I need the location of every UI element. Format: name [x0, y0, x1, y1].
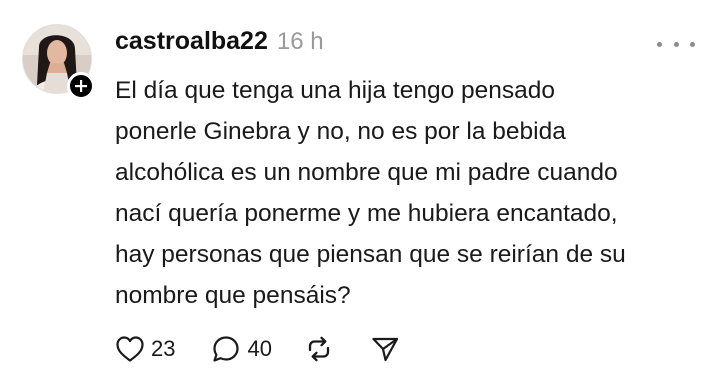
share-button[interactable]: [370, 334, 400, 364]
post-card: castroalba22 16 h El día que tenga una h…: [0, 0, 715, 381]
reply-count: 40: [247, 336, 272, 361]
post-body-line: El día que tenga una hija tengo pensado: [115, 77, 556, 104]
send-icon: [372, 337, 399, 362]
heart-icon: [116, 336, 144, 362]
action-bar: 23 40: [115, 333, 400, 365]
timestamp: 16 h: [276, 28, 324, 55]
like-button[interactable]: 23: [115, 335, 175, 363]
repost-button[interactable]: [304, 334, 334, 364]
post-body-line: alcohólica es un nombre que mi padre cua…: [115, 159, 618, 186]
repost-icon: [308, 336, 330, 362]
more-dot: [673, 41, 679, 47]
post-body-line: hay personas que piensan que se reirían …: [115, 241, 626, 268]
post-body-line: nombre que pensáis?: [115, 282, 351, 309]
more-dot: [690, 41, 695, 47]
follow-button[interactable]: [67, 72, 95, 100]
post-body: El día que tenga una hija tengo pensado …: [115, 70, 705, 316]
post-body-line: nací quería ponerme y me hubiera encanta…: [115, 200, 618, 227]
plus-icon: [75, 80, 87, 92]
username[interactable]: castroalba22: [115, 27, 268, 56]
more-options-icon[interactable]: [657, 36, 695, 52]
avatar-container[interactable]: [22, 24, 95, 100]
post-header: castroalba22 16 h: [115, 27, 324, 56]
comment-bubble-icon: [213, 336, 240, 362]
post-body-line: ponerle Ginebra y no, no es por la bebid…: [115, 118, 566, 145]
more-dot: [657, 41, 662, 47]
reply-button[interactable]: 40: [211, 334, 272, 364]
like-count: 23: [151, 336, 176, 361]
